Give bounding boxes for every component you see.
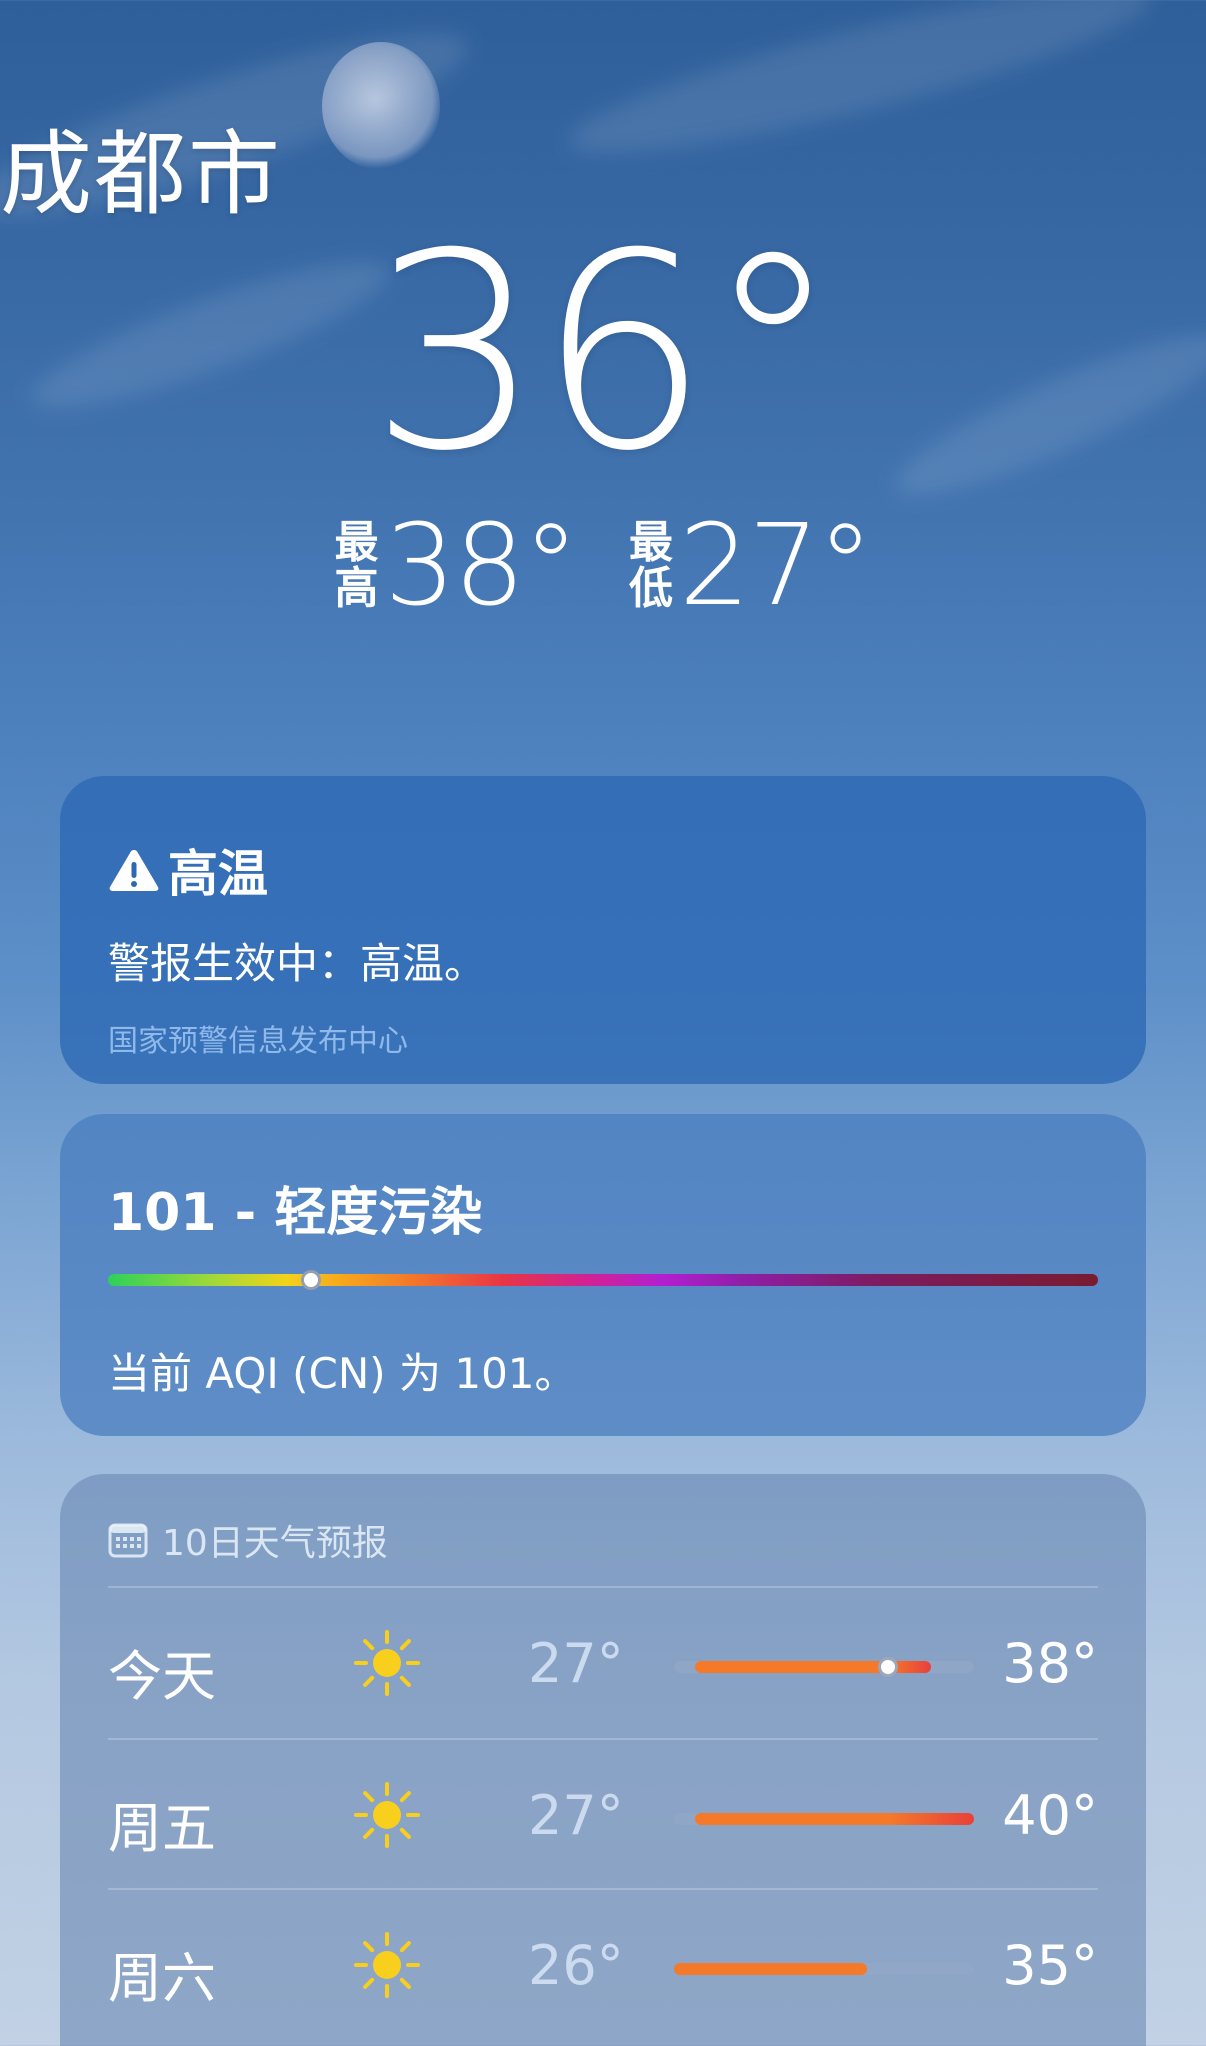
- sun-ray: [363, 1827, 375, 1839]
- aqi-title: 101 - 轻度污染: [108, 1183, 483, 1243]
- sun-icon: [354, 1782, 420, 1848]
- sun-core: [373, 1801, 401, 1829]
- warning-triangle-icon: [109, 850, 159, 891]
- low-label-char: 低: [629, 563, 673, 614]
- ten-day-forecast-card[interactable]: 10日天气预报 今天 27° 38° 周五 27° 40° 周六 26° 35°: [60, 1474, 1146, 2046]
- high-low-summary: 最 高 38° 最 低 27°: [0, 510, 1206, 622]
- sun-ray: [399, 1791, 411, 1803]
- sun-ray: [399, 1941, 411, 1953]
- current-temp-dot: [878, 1657, 899, 1677]
- alert-title: 高温: [168, 845, 268, 903]
- sun-ray: [363, 1977, 375, 1989]
- aqi-description: 当前 AQI (CN) 为 101。: [108, 1349, 577, 1398]
- alert-title-row: 高温: [108, 834, 268, 906]
- forecast-title: 10日天气预报: [162, 1523, 388, 1564]
- sun-ray: [399, 1675, 411, 1687]
- high-value: 38°: [384, 501, 579, 631]
- temperature-range-bar: [674, 1813, 974, 1825]
- forecast-row-today[interactable]: 今天 27° 38°: [108, 1588, 1098, 1738]
- sun-ray: [399, 1639, 411, 1651]
- sun-icon: [354, 1932, 420, 1998]
- low-value: 27°: [679, 501, 874, 631]
- sun-ray: [363, 1639, 375, 1651]
- temperature-range-fill: [695, 1813, 974, 1825]
- current-temperature: 36°: [369, 195, 841, 510]
- alert-source-link[interactable]: 国家预警信息发布中心: [108, 1016, 408, 1060]
- low-temp: 27°: [528, 1632, 624, 1695]
- sun-ray: [399, 1827, 411, 1839]
- low-label-char: 最: [629, 517, 673, 568]
- heat-alert-card[interactable]: 高温 警报生效中：高温。 国家预警信息发布中心: [60, 776, 1146, 1084]
- high-label-char: 最: [334, 517, 379, 568]
- day-label: 周五: [108, 1797, 216, 1860]
- high-label-char: 高: [334, 563, 379, 614]
- sun-ray: [363, 1675, 375, 1687]
- high-temp: 35°: [1002, 1934, 1098, 1997]
- sun-ray: [363, 1791, 375, 1803]
- high-label: 最 高: [334, 520, 378, 612]
- forecast-row-friday[interactable]: 周五 27° 40°: [108, 1740, 1098, 1890]
- alert-message: 警报生效中：高温。: [108, 939, 487, 988]
- air-quality-card[interactable]: 101 - 轻度污染 当前 AQI (CN) 为 101。: [60, 1114, 1146, 1436]
- day-label: 周六: [108, 1947, 216, 2010]
- low-label: 最 低: [629, 520, 673, 612]
- sun-core: [373, 1649, 401, 1677]
- aqi-indicator-dot: [300, 1270, 321, 1290]
- sun-icon: [354, 1630, 420, 1696]
- temperature-range-bar: [674, 1657, 974, 1677]
- sun-ray: [363, 1941, 375, 1953]
- low-temp: 26°: [528, 1934, 624, 1997]
- sun-ray: [399, 1977, 411, 1989]
- high-temperature: 最 高 38°: [334, 501, 579, 631]
- temperature-range-bar: [674, 1963, 974, 1975]
- forecast-header: 10日天气预报: [108, 1514, 388, 1566]
- aqi-scale-bar: [108, 1270, 1098, 1290]
- sun-core: [373, 1951, 401, 1979]
- high-temp: 38°: [1002, 1632, 1098, 1695]
- low-temperature: 最 低 27°: [629, 501, 874, 631]
- day-label: 今天: [108, 1645, 216, 1708]
- low-temp: 27°: [528, 1784, 624, 1847]
- high-temp: 40°: [1002, 1784, 1098, 1847]
- calendar-icon: [108, 1523, 148, 1558]
- temperature-range-fill: [674, 1963, 867, 1975]
- forecast-row-saturday[interactable]: 周六 26° 35°: [108, 1890, 1098, 2040]
